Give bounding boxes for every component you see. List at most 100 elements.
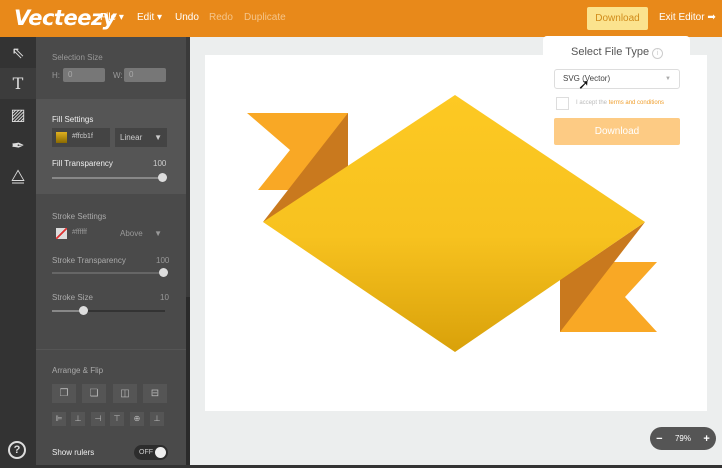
- properties-panel: Selection Size H: 0 W: 0 Fill Settings #…: [36, 37, 186, 465]
- zoom-level: 79%: [675, 434, 691, 443]
- redo-button[interactable]: Redo: [209, 12, 233, 23]
- align-center-icon: ⊥: [75, 414, 82, 423]
- stroke-section: Stroke Settings #ffffff Above ▼ Stroke Tr…: [36, 197, 186, 349]
- zoom-out-button[interactable]: −: [656, 433, 662, 445]
- popup-download-button[interactable]: Download: [554, 118, 680, 145]
- stroke-color-picker[interactable]: #ffffff: [52, 225, 110, 243]
- flip-horizontal-button[interactable]: ◫: [113, 384, 137, 403]
- download-button[interactable]: Download: [587, 7, 648, 30]
- selection-size-section: Selection Size H: 0 W: 0: [36, 37, 186, 99]
- exit-editor-label: Exit Editor: [659, 12, 705, 23]
- align-middle-icon: ⊕: [134, 414, 141, 423]
- flip-vertical-button[interactable]: ⊟: [143, 384, 167, 403]
- slider-knob[interactable]: [79, 306, 88, 315]
- pen-tool[interactable]: ✒: [0, 130, 36, 161]
- undo-button[interactable]: Undo: [175, 12, 199, 23]
- flip-horizontal-icon: ◫: [120, 388, 129, 399]
- download-popup: Select File Type i SVG (Vector)▼ I accep…: [543, 36, 690, 148]
- pattern-tool[interactable]: ▨: [0, 99, 36, 130]
- width-input[interactable]: 0: [124, 68, 166, 82]
- popup-title: Select File Type i: [571, 46, 663, 59]
- caret-down-icon: ▼: [154, 128, 162, 147]
- duplicate-button[interactable]: Duplicate: [244, 12, 286, 23]
- align-top-button[interactable]: ⊤: [110, 412, 124, 426]
- mouse-cursor-icon: ➚: [578, 76, 590, 93]
- slider-knob[interactable]: [158, 173, 167, 182]
- fill-color-value: #ffcb1f: [72, 133, 93, 140]
- stroke-position-select[interactable]: Above ▼: [115, 225, 167, 243]
- menu-file[interactable]: File ▾: [100, 12, 124, 23]
- height-input[interactable]: 0: [63, 68, 105, 82]
- caret-down-icon: ▼: [665, 70, 671, 88]
- align-top-icon: ⊤: [114, 414, 121, 423]
- stroke-swatch: [56, 228, 67, 239]
- flip-vertical-icon: ⊟: [151, 388, 159, 399]
- align-bottom-icon: ⊥: [154, 414, 161, 423]
- chevron-down-icon: ▾: [157, 12, 162, 23]
- send-backward-icon: ❏: [90, 388, 99, 399]
- bring-forward-button[interactable]: ❐: [52, 384, 76, 403]
- slider-knob[interactable]: [159, 268, 168, 277]
- accept-terms-label: I accept the terms and conditions: [576, 100, 664, 106]
- bring-forward-icon: ❐: [60, 388, 69, 399]
- tool-sidebar: ⇖ T ▨ ✒ ⧋ ?: [0, 37, 36, 465]
- stroke-size-value: 10: [160, 293, 169, 302]
- shapes-tool[interactable]: ⧋: [0, 161, 36, 192]
- arrange-flip-label: Arrange & Flip: [52, 366, 103, 375]
- h-label: H:: [52, 71, 60, 80]
- stroke-size-slider[interactable]: [52, 310, 165, 312]
- zoom-in-button[interactable]: +: [703, 433, 709, 445]
- pen-icon: ✒: [11, 136, 24, 156]
- w-label: W:: [113, 71, 123, 80]
- fill-swatch: [56, 132, 67, 143]
- chevron-down-icon: ▾: [119, 12, 124, 23]
- stroke-settings-label: Stroke Settings: [52, 212, 106, 221]
- selection-size-label: Selection Size: [52, 53, 103, 62]
- fill-type-value: Linear: [120, 133, 142, 142]
- stroke-position-value: Above: [120, 229, 143, 238]
- file-type-select[interactable]: SVG (Vector)▼: [554, 69, 680, 89]
- cursor-icon: ⇖: [11, 43, 24, 63]
- stroke-transparency-value: 100: [156, 256, 169, 265]
- menu-edit-label: Edit: [137, 12, 154, 23]
- align-middle-button[interactable]: ⊕: [130, 412, 144, 426]
- fill-transparency-value: 100: [153, 159, 166, 168]
- menu-file-label: File: [100, 12, 116, 23]
- align-right-icon: ⊣: [95, 414, 102, 423]
- align-left-icon: ⊫: [56, 414, 63, 423]
- terms-link[interactable]: terms and conditions: [609, 100, 664, 106]
- show-rulers-label: Show rulers: [52, 448, 94, 457]
- align-bottom-button[interactable]: ⊥: [150, 412, 164, 426]
- fill-settings-label: Fill Settings: [52, 115, 93, 124]
- show-rulers-toggle[interactable]: OFF: [134, 445, 168, 460]
- align-left-button[interactable]: ⊫: [52, 412, 66, 426]
- shapes-icon: ⧋: [11, 168, 25, 186]
- stroke-color-value: #ffffff: [72, 229, 87, 236]
- caret-down-icon: ▼: [154, 225, 162, 243]
- text-icon: T: [13, 74, 24, 93]
- stroke-size-label: Stroke Size: [52, 293, 93, 302]
- fill-transparency-slider[interactable]: [52, 177, 164, 179]
- align-center-button[interactable]: ⊥: [71, 412, 85, 426]
- fill-transparency-label: Fill Transparency: [52, 159, 113, 168]
- align-right-button[interactable]: ⊣: [91, 412, 105, 426]
- fill-type-select[interactable]: Linear ▼: [115, 128, 167, 147]
- text-tool[interactable]: T: [0, 68, 36, 99]
- zoom-control: − 79% +: [650, 427, 716, 450]
- exit-editor-button[interactable]: Exit Editor ➡: [659, 12, 716, 23]
- send-backward-button[interactable]: ❏: [82, 384, 106, 403]
- accept-terms-checkbox[interactable]: [556, 97, 569, 110]
- pattern-icon: ▨: [10, 105, 25, 125]
- arrow-right-icon: ➡: [707, 12, 715, 23]
- select-tool[interactable]: ⇖: [0, 37, 36, 68]
- stroke-transparency-label: Stroke Transparency: [52, 256, 126, 265]
- fill-color-picker[interactable]: #ffcb1f: [52, 128, 110, 147]
- fill-section: Fill Settings #ffcb1f Linear ▼ Fill Trans…: [36, 99, 186, 194]
- help-icon[interactable]: ?: [8, 441, 26, 459]
- top-bar: Vecteezy File ▾ Edit ▾ Undo Redo Duplica…: [0, 0, 722, 37]
- toggle-state: OFF: [139, 449, 153, 456]
- menu-edit[interactable]: Edit ▾: [137, 12, 162, 23]
- panel-scrollbar[interactable]: [186, 37, 190, 465]
- info-icon[interactable]: i: [652, 48, 663, 59]
- stroke-transparency-slider[interactable]: [52, 272, 165, 274]
